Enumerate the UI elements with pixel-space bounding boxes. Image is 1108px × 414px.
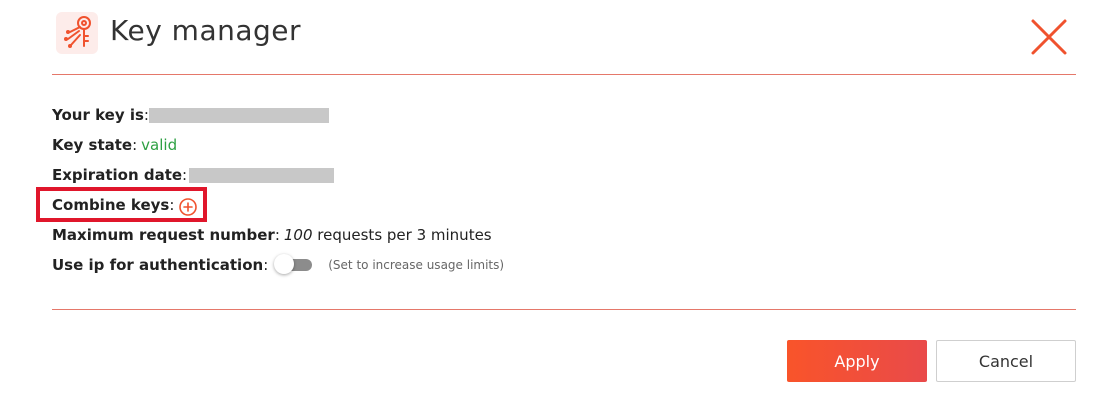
use-ip-hint: (Set to increase usage limits) bbox=[328, 258, 505, 272]
header-divider bbox=[52, 74, 1076, 75]
key-state-row: Key state: valid bbox=[52, 130, 504, 160]
key-manager-dialog: Key manager Your key is: Key state: vali… bbox=[0, 0, 1108, 414]
expiration-label: Expiration date bbox=[52, 166, 183, 184]
use-ip-row: Use ip for authentication: (Set to incre… bbox=[52, 250, 504, 280]
key-circuit-icon bbox=[56, 12, 98, 54]
combine-keys-highlight bbox=[36, 187, 207, 222]
key-state-value: valid bbox=[141, 136, 178, 154]
dialog-header: Key manager bbox=[52, 0, 1076, 74]
max-requests-row: Maximum request number: 100 requests per… bbox=[52, 220, 504, 250]
expiration-row: Expiration date: bbox=[52, 160, 504, 190]
dialog-title: Key manager bbox=[110, 14, 302, 47]
max-requests-label: Maximum request number bbox=[52, 226, 275, 244]
apply-button[interactable]: Apply bbox=[787, 340, 927, 382]
toggle-knob bbox=[274, 254, 295, 274]
your-key-label: Your key is bbox=[52, 106, 144, 124]
use-ip-toggle[interactable] bbox=[274, 254, 314, 274]
your-key-row: Your key is: bbox=[52, 100, 504, 130]
max-requests-suffix: requests per 3 minutes bbox=[317, 226, 492, 244]
key-value-redacted bbox=[148, 107, 329, 123]
key-state-label: Key state bbox=[52, 136, 133, 154]
expiration-value-redacted bbox=[189, 167, 335, 183]
cancel-button[interactable]: Cancel bbox=[936, 340, 1076, 382]
footer-divider bbox=[52, 309, 1076, 310]
max-requests-value: 100 bbox=[283, 226, 313, 244]
use-ip-label: Use ip for authentication bbox=[52, 256, 264, 274]
close-icon[interactable] bbox=[1030, 18, 1068, 56]
